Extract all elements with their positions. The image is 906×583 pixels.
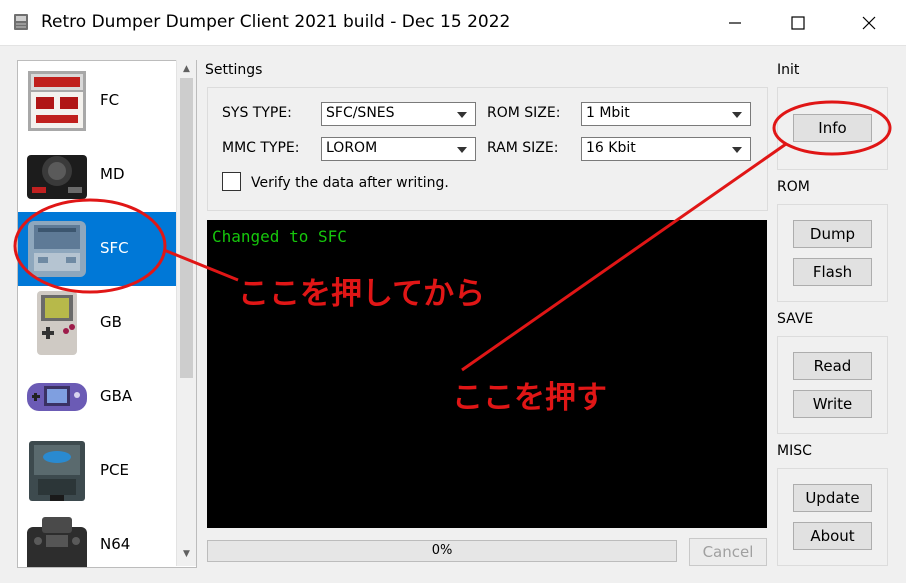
title-bar: Retro Dumper Dumper Client 2021 build - …: [0, 0, 906, 46]
console-item-pce[interactable]: PCE: [18, 434, 176, 508]
famicom-icon: [28, 71, 86, 131]
verify-checkbox[interactable]: [222, 172, 241, 191]
console-output-text: Changed to SFC: [212, 227, 347, 246]
scroll-thumb[interactable]: [180, 78, 193, 378]
settings-heading: Settings: [205, 62, 263, 78]
console-list[interactable]: FC MD SFC GB GBA PCE N64: [17, 60, 197, 568]
annotation-second-step: ここを押す: [452, 380, 607, 416]
close-button[interactable]: [838, 0, 900, 45]
console-item-fc[interactable]: FC: [18, 64, 176, 138]
app-icon: [12, 13, 30, 31]
scroll-up-icon[interactable]: ▲: [177, 60, 196, 77]
game-boy-icon: [37, 291, 77, 355]
flash-button[interactable]: Flash: [793, 258, 872, 286]
rom-size-value: 1 Mbit: [586, 105, 630, 121]
mmc-type-value: LOROM: [326, 140, 378, 156]
console-item-gba[interactable]: GBA: [18, 360, 176, 434]
super-famicom-icon: [28, 221, 86, 277]
save-group: [777, 336, 888, 434]
console-label: MD: [100, 165, 125, 183]
sys-type-label: SYS TYPE:: [222, 105, 292, 121]
chevron-down-icon: [457, 112, 467, 118]
close-icon: [862, 16, 876, 29]
maximize-icon: [791, 15, 805, 30]
sys-type-select[interactable]: SFC/SNES: [321, 102, 476, 126]
ram-size-label: RAM SIZE:: [487, 140, 559, 156]
nintendo-64-icon: [27, 517, 87, 567]
save-heading: SAVE: [777, 311, 814, 327]
cancel-button[interactable]: Cancel: [689, 538, 767, 566]
minimize-button[interactable]: [704, 0, 766, 45]
console-label: N64: [100, 535, 131, 553]
chevron-down-icon: [732, 147, 742, 153]
maximize-button[interactable]: [767, 0, 829, 45]
mmc-type-label: MMC TYPE:: [222, 140, 300, 156]
console-label: FC: [100, 91, 120, 109]
rom-size-select[interactable]: 1 Mbit: [581, 102, 751, 126]
chevron-down-icon: [457, 147, 467, 153]
pc-engine-icon: [29, 441, 85, 501]
mmc-type-select[interactable]: LOROM: [321, 137, 476, 161]
progress-bar: 0%: [207, 540, 677, 562]
misc-group: [777, 468, 888, 566]
console-item-gb[interactable]: GB: [18, 286, 176, 360]
ram-size-select[interactable]: 16 Kbit: [581, 137, 751, 161]
console-label: SFC: [100, 239, 129, 257]
info-button[interactable]: Info: [793, 114, 872, 142]
sidebar-scrollbar[interactable]: ▲ ▼: [176, 60, 196, 566]
about-button[interactable]: About: [793, 522, 872, 550]
console-item-n64[interactable]: N64: [18, 508, 176, 567]
init-heading: Init: [777, 62, 800, 78]
scroll-down-icon[interactable]: ▼: [177, 545, 196, 562]
read-button[interactable]: Read: [793, 352, 872, 380]
dump-button[interactable]: Dump: [793, 220, 872, 248]
rom-size-label: ROM SIZE:: [487, 105, 561, 121]
console-label: GBA: [100, 387, 133, 405]
rom-heading: ROM: [777, 179, 810, 195]
sys-type-value: SFC/SNES: [326, 105, 395, 121]
console-item-md[interactable]: MD: [18, 138, 176, 212]
minimize-icon: [729, 21, 741, 24]
chevron-down-icon: [732, 112, 742, 118]
console-label: GB: [100, 313, 122, 331]
window-title: Retro Dumper Dumper Client 2021 build - …: [41, 12, 511, 32]
console-item-sfc[interactable]: SFC: [18, 212, 176, 286]
game-boy-advance-icon: [27, 383, 87, 411]
update-button[interactable]: Update: [793, 484, 872, 512]
annotation-first-step: ここを押してから: [238, 276, 486, 312]
rom-group: [777, 204, 888, 302]
misc-heading: MISC: [777, 443, 812, 459]
console-label: PCE: [100, 461, 129, 479]
write-button[interactable]: Write: [793, 390, 872, 418]
progress-text: 0%: [431, 543, 453, 558]
verify-label: Verify the data after writing.: [251, 175, 449, 191]
mega-drive-icon: [27, 155, 87, 199]
ram-size-value: 16 Kbit: [586, 140, 636, 156]
